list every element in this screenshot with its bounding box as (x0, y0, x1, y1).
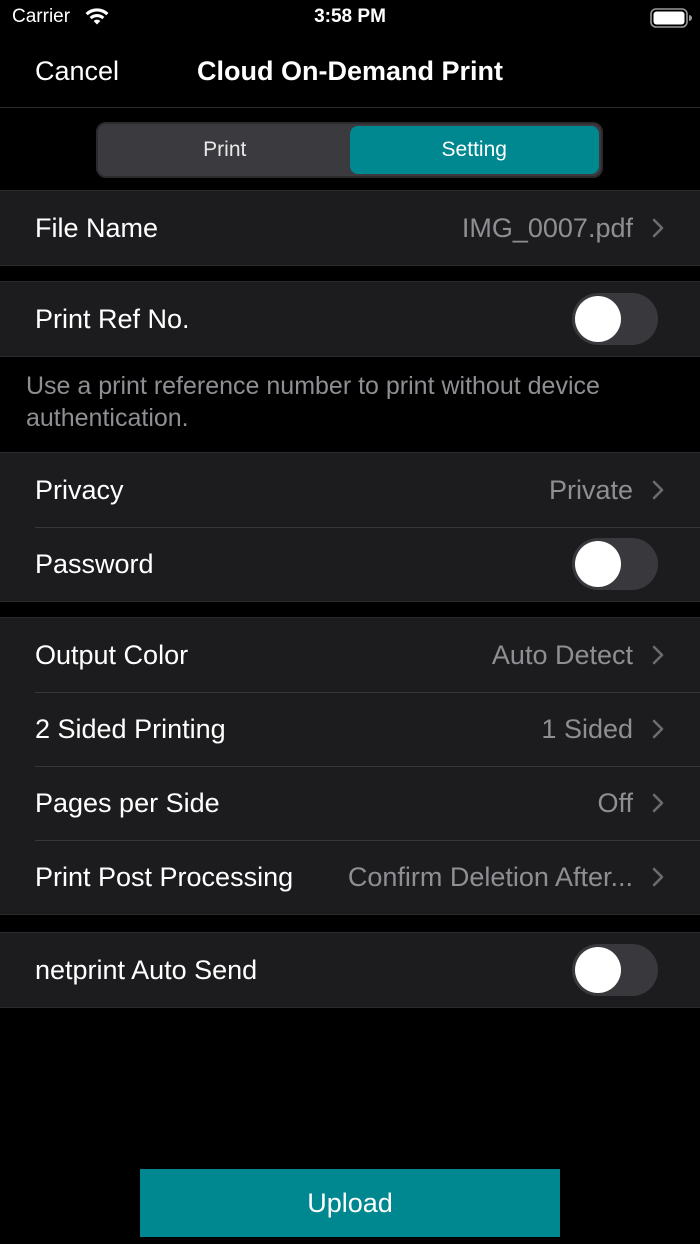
print-post-processing-value: Confirm Deletion After... (347, 862, 633, 892)
two-sided-printing-value: 1 Sided (541, 714, 633, 744)
pages-per-side-value: Off (597, 788, 633, 818)
print-ref-footnote: Use a print reference number to print wi… (26, 372, 600, 432)
netprint-auto-send-label: netprint Auto Send (35, 955, 258, 985)
pages-per-side-label: Pages per Side (35, 788, 220, 818)
output-color-row[interactable]: Output Color Auto Detect (0, 618, 700, 692)
chevron-right-icon (652, 218, 664, 238)
netprint-group: netprint Auto Send (0, 932, 700, 1008)
netprint-auto-send-toggle[interactable] (572, 944, 658, 996)
upload-button[interactable]: Upload (140, 1169, 560, 1237)
navigation-bar: Cancel Cloud On-Demand Print (0, 36, 700, 108)
print-post-processing-label: Print Post Processing (35, 862, 294, 892)
print-setting-segmented-control: Print Setting (96, 122, 603, 178)
toggle-knob (575, 947, 621, 993)
security-group: Privacy Private Password (0, 452, 700, 602)
chevron-right-icon (652, 793, 664, 813)
status-time: 3:58 PM (314, 6, 386, 27)
pages-per-side-row[interactable]: Pages per Side Off (0, 766, 700, 840)
cancel-button[interactable]: Cancel (35, 56, 119, 87)
privacy-row[interactable]: Privacy Private (0, 453, 700, 527)
file-name-label: File Name (35, 213, 159, 243)
segment-print[interactable]: Print (100, 126, 350, 174)
privacy-value: Private (548, 475, 633, 505)
two-sided-printing-row[interactable]: 2 Sided Printing 1 Sided (0, 692, 700, 766)
privacy-label: Privacy (35, 475, 124, 505)
chevron-right-icon (652, 645, 664, 665)
print-ref-toggle[interactable] (572, 293, 658, 345)
print-post-processing-row[interactable]: Print Post Processing Confirm Deletion A… (0, 840, 700, 914)
password-row: Password (0, 527, 700, 601)
print-options-group: Output Color Auto Detect 2 Sided Printin… (0, 617, 700, 915)
output-color-value: Auto Detect (491, 640, 633, 670)
toggle-knob (575, 541, 621, 587)
file-name-value: IMG_0007.pdf (461, 213, 633, 243)
segment-setting[interactable]: Setting (349, 126, 599, 174)
chevron-right-icon (652, 719, 664, 739)
output-color-label: Output Color (35, 640, 189, 670)
chevron-right-icon (652, 480, 664, 500)
password-label: Password (35, 549, 154, 579)
netprint-auto-send-row: netprint Auto Send (0, 933, 700, 1007)
password-toggle[interactable] (572, 538, 658, 590)
print-ref-row: Print Ref No. (0, 282, 700, 356)
file-name-row[interactable]: File Name IMG_0007.pdf (0, 191, 700, 265)
battery-icon (650, 8, 692, 28)
print-ref-group: Print Ref No. (0, 281, 700, 357)
toggle-knob (575, 296, 621, 342)
status-bar: Carrier 3:58 PM (0, 0, 700, 36)
two-sided-printing-label: 2 Sided Printing (35, 714, 226, 744)
print-ref-label: Print Ref No. (35, 304, 190, 334)
segment-area: Print Setting (0, 108, 700, 190)
chevron-right-icon (652, 867, 664, 887)
file-group: File Name IMG_0007.pdf (0, 190, 700, 266)
